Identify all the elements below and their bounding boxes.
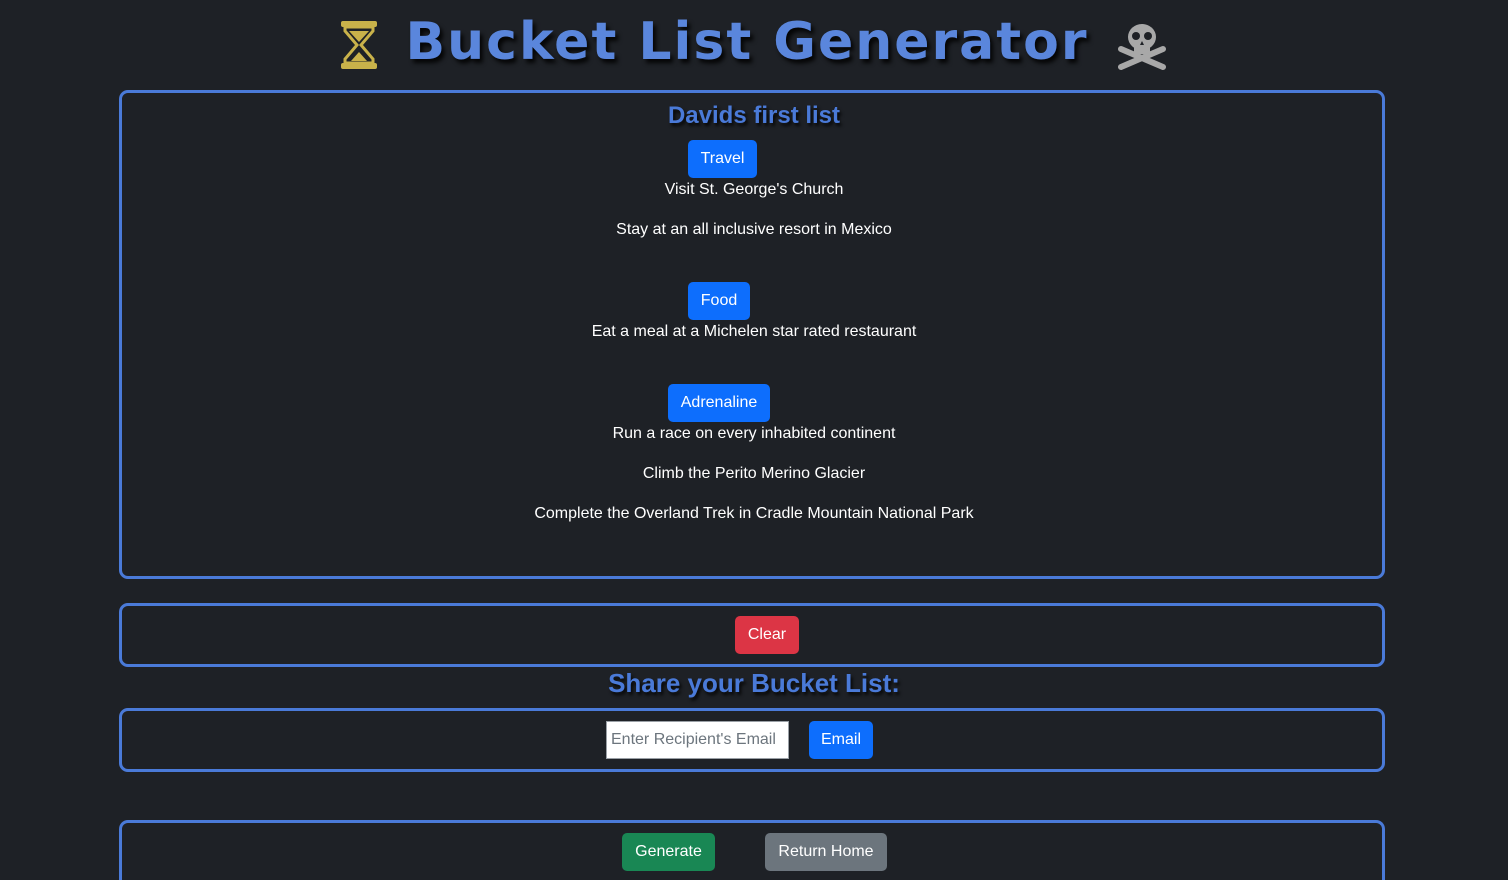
list-item: Eat a meal at a Michelen star rated rest…: [591, 323, 917, 340]
actions-panel: [119, 820, 1385, 880]
share-heading: Share your Bucket List:: [608, 668, 900, 698]
hourglass-icon: [339, 19, 379, 71]
generate-button[interactable]: Generate: [622, 833, 715, 871]
clear-button[interactable]: Clear: [735, 616, 799, 654]
recipient-email-input[interactable]: [606, 721, 789, 759]
list-item: Complete the Overland Trek in Cradle Mou…: [534, 505, 974, 522]
page: Bucket List Generator Davids first list …: [0, 0, 1508, 880]
list-title: Davids first list: [667, 102, 841, 129]
category-food-button[interactable]: Food: [688, 282, 750, 320]
return-home-button[interactable]: Return Home: [765, 833, 887, 871]
list-item: Stay at an all inclusive resort in Mexic…: [616, 221, 892, 238]
app-title: Bucket List Generator: [405, 12, 1089, 72]
skull-crossbones-icon: [1115, 19, 1169, 71]
category-adrenaline-button[interactable]: Adrenaline: [668, 384, 770, 422]
email-button[interactable]: Email: [809, 721, 873, 759]
category-travel-button[interactable]: Travel: [688, 140, 757, 178]
app-header: Bucket List Generator: [0, 10, 1508, 74]
list-item: Run a race on every inhabited continent: [612, 425, 896, 442]
list-item: Climb the Perito Merino Glacier: [642, 465, 866, 482]
list-item: Visit St. George's Church: [664, 181, 844, 198]
